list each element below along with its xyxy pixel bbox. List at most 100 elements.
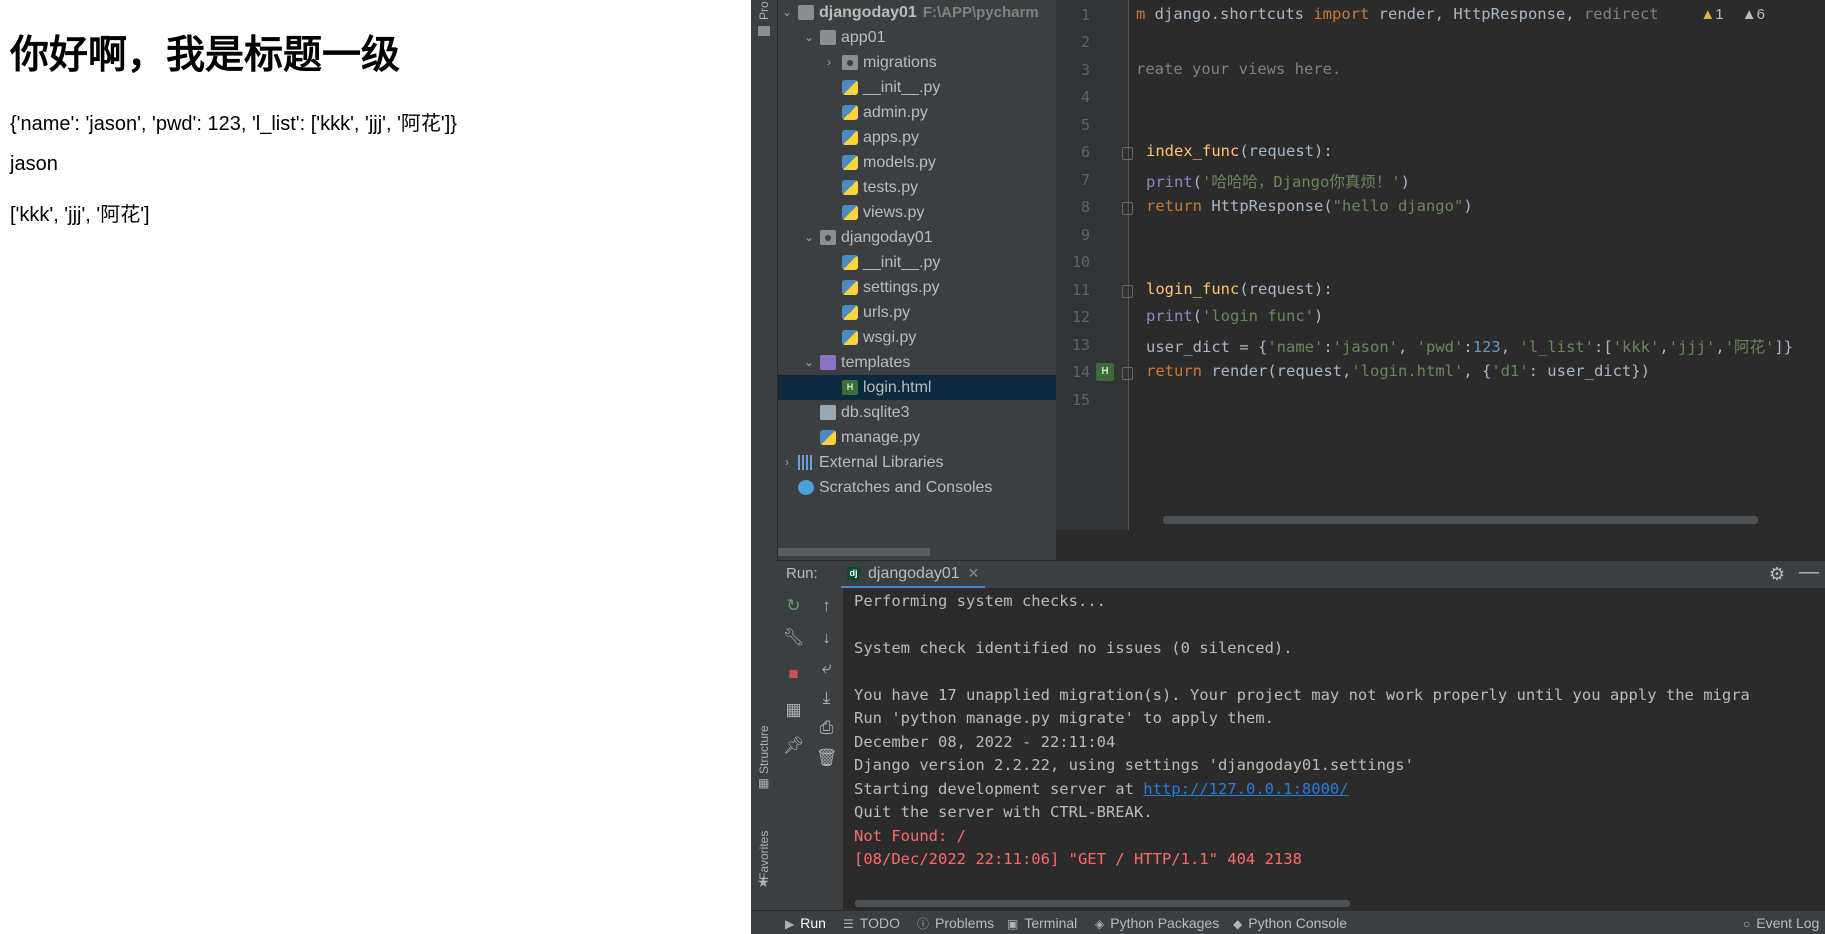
layout-icon[interactable]: ▦ (777, 700, 810, 720)
bottom-tab-python-packages[interactable]: ◈ Python Packages (1095, 915, 1219, 931)
tree-item-file[interactable]: views.py (778, 200, 1056, 225)
trash-icon[interactable]: 🗑︎ (810, 748, 843, 768)
warning-count: 1 (1715, 6, 1724, 23)
bottom-tab-python-console[interactable]: ◆ Python Console (1233, 915, 1347, 931)
tree-item-label: migrations (863, 54, 937, 71)
tree-item-file[interactable]: wsgi.py (778, 325, 1056, 350)
tree-item-scratches[interactable]: Scratches and Consoles (778, 475, 1056, 500)
page-heading: 你好啊，我是标题一级 (10, 33, 401, 78)
python-file-icon (842, 280, 858, 295)
run-toolbar-primary: ↻ 🔧︎ ■ ▦ 📌︎ (777, 588, 810, 910)
chevron-right-icon[interactable]: › (822, 50, 836, 75)
tree-item-login-html[interactable]: H login.html (778, 375, 1056, 400)
line-number: 4 (1080, 88, 1090, 106)
rerun-icon[interactable]: ↻ (777, 596, 810, 616)
line-number: 15 (1071, 391, 1090, 409)
python-console-icon: ◆ (1233, 917, 1243, 931)
line-number: 12 (1071, 308, 1090, 326)
inspection-widget[interactable]: ▲1 ▲6 (1700, 6, 1765, 23)
fold-marker-icon[interactable] (1122, 147, 1133, 160)
tree-item-file[interactable]: tests.py (778, 175, 1056, 200)
arrow-up-icon[interactable]: ↑ (810, 596, 843, 616)
tree-item-app01[interactable]: ⌄ app01 (778, 25, 1056, 50)
stop-icon[interactable]: ■ (777, 664, 810, 684)
tree-item-label: djangoday01 (841, 229, 933, 246)
scroll-to-end-icon[interactable]: ⤓ (810, 688, 843, 708)
editor-horizontal-scrollbar[interactable] (1163, 516, 1758, 524)
tree-item-templates[interactable]: ⌄ templates (778, 350, 1056, 375)
line-number: 10 (1071, 253, 1090, 271)
star-icon: ★ (757, 874, 770, 890)
tree-item-file[interactable]: admin.py (778, 100, 1056, 125)
code-line-11: login_func(request): (1146, 280, 1333, 298)
code-line-1: m django.shortcuts import render, HttpRe… (1136, 5, 1659, 23)
run-config-tab[interactable]: dj djangoday01 ✕ (841, 561, 986, 589)
tree-item-external-libraries[interactable]: › External Libraries (778, 450, 1056, 475)
chevron-down-icon[interactable]: ⌄ (802, 350, 816, 375)
bottom-tab-event-log[interactable]: ○ Event Log (1743, 915, 1819, 931)
minimize-icon[interactable]: — (1799, 561, 1819, 584)
bottom-tab-run[interactable]: ▶ Run (785, 915, 826, 931)
event-log-icon: ○ (1743, 917, 1751, 931)
server-url-link[interactable]: http://127.0.0.1:8000/ (1143, 780, 1348, 798)
console-line: Starting development server at http://12… (854, 780, 1349, 798)
tree-item-label: manage.py (841, 429, 921, 446)
tree-item-label: db.sqlite3 (841, 404, 910, 421)
run-tab-label: djangoday01 (868, 564, 960, 582)
gear-icon[interactable]: ⚙ (1769, 564, 1785, 585)
run-tool-header: Run: dj djangoday01 ✕ ⚙ — (777, 560, 1825, 589)
bottom-tab-problems[interactable]: ⓘ Problems (917, 915, 994, 932)
python-file-icon (842, 330, 858, 345)
console-line: System check identified no issues (0 sil… (854, 639, 1293, 657)
tree-item-label: models.py (863, 154, 936, 171)
library-icon (798, 455, 814, 470)
tree-item-migrations[interactable]: › migrations (778, 50, 1056, 75)
tree-item-file[interactable]: manage.py (778, 425, 1056, 450)
bottom-tab-todo[interactable]: ☰ TODO (843, 915, 900, 931)
project-tool-tab[interactable]: Pro (751, 0, 777, 22)
tree-item-file[interactable]: apps.py (778, 125, 1056, 150)
code-line-6: index_func(request): (1146, 142, 1333, 160)
console-horizontal-scrollbar[interactable] (855, 900, 1350, 907)
python-file-icon (842, 155, 858, 170)
tree-item-file[interactable]: models.py (778, 150, 1056, 175)
fold-marker-icon[interactable] (1122, 202, 1133, 215)
template-link-icon[interactable]: H (1096, 363, 1114, 381)
wrench-icon[interactable]: 🔧︎ (777, 628, 810, 648)
close-icon[interactable]: ✕ (968, 565, 980, 582)
chevron-down-icon[interactable]: ⌄ (802, 225, 816, 250)
tree-item-djangoday01[interactable]: ⌄ djangoday01 (778, 225, 1056, 250)
tree-item-file[interactable]: __init__.py (778, 250, 1056, 275)
list-output-line: ['kkk', 'jjj', '阿花'] (10, 204, 150, 226)
project-tree[interactable]: ⌄ djangoday01 F:\APP\pycharm ⌄ app01 › mi… (778, 0, 1056, 560)
templates-folder-icon (820, 355, 836, 370)
line-number: 3 (1080, 61, 1090, 79)
console-line: Run 'python manage.py migrate' to apply … (854, 709, 1274, 727)
line-number: 5 (1080, 116, 1090, 134)
python-file-icon (842, 130, 858, 145)
tree-item-file[interactable]: db.sqlite3 (778, 400, 1056, 425)
tree-item-root[interactable]: ⌄ djangoday01 F:\APP\pycharm (778, 0, 1056, 25)
chevron-down-icon[interactable]: ⌄ (780, 0, 794, 25)
dict-output-line: {'name': 'jason', 'pwd': 123, 'l_list': … (10, 113, 457, 135)
code-editor[interactable]: 1 2 3 4 5 6 7 8 9 10 11 12 13 14 15 H m … (1056, 0, 1825, 560)
tree-item-file[interactable]: __init__.py (778, 75, 1056, 100)
weak-warning-icon: ▲ (1741, 6, 1757, 23)
soft-wrap-icon[interactable]: ⤶ (810, 658, 843, 678)
chevron-down-icon[interactable]: ⌄ (802, 25, 816, 50)
tree-item-label: settings.py (863, 279, 940, 296)
python-file-icon (820, 430, 836, 445)
tree-item-file[interactable]: settings.py (778, 275, 1056, 300)
editor-gutter: 1 2 3 4 5 6 7 8 9 10 11 12 13 14 15 H (1056, 0, 1133, 530)
arrow-down-icon[interactable]: ↓ (810, 628, 843, 648)
run-console[interactable]: Performing system checks... System check… (843, 588, 1825, 910)
fold-marker-icon[interactable] (1122, 367, 1133, 380)
tree-item-file[interactable]: urls.py (778, 300, 1056, 325)
line-number: 11 (1071, 281, 1090, 299)
print-icon[interactable]: ⎙ (810, 718, 843, 738)
fold-marker-icon[interactable] (1122, 285, 1133, 298)
pin-icon[interactable]: 📌︎ (777, 736, 810, 756)
chevron-right-icon[interactable]: › (780, 450, 794, 475)
tree-horizontal-scrollbar[interactable] (778, 548, 930, 556)
bottom-tab-terminal[interactable]: ▣ Terminal (1007, 915, 1077, 931)
